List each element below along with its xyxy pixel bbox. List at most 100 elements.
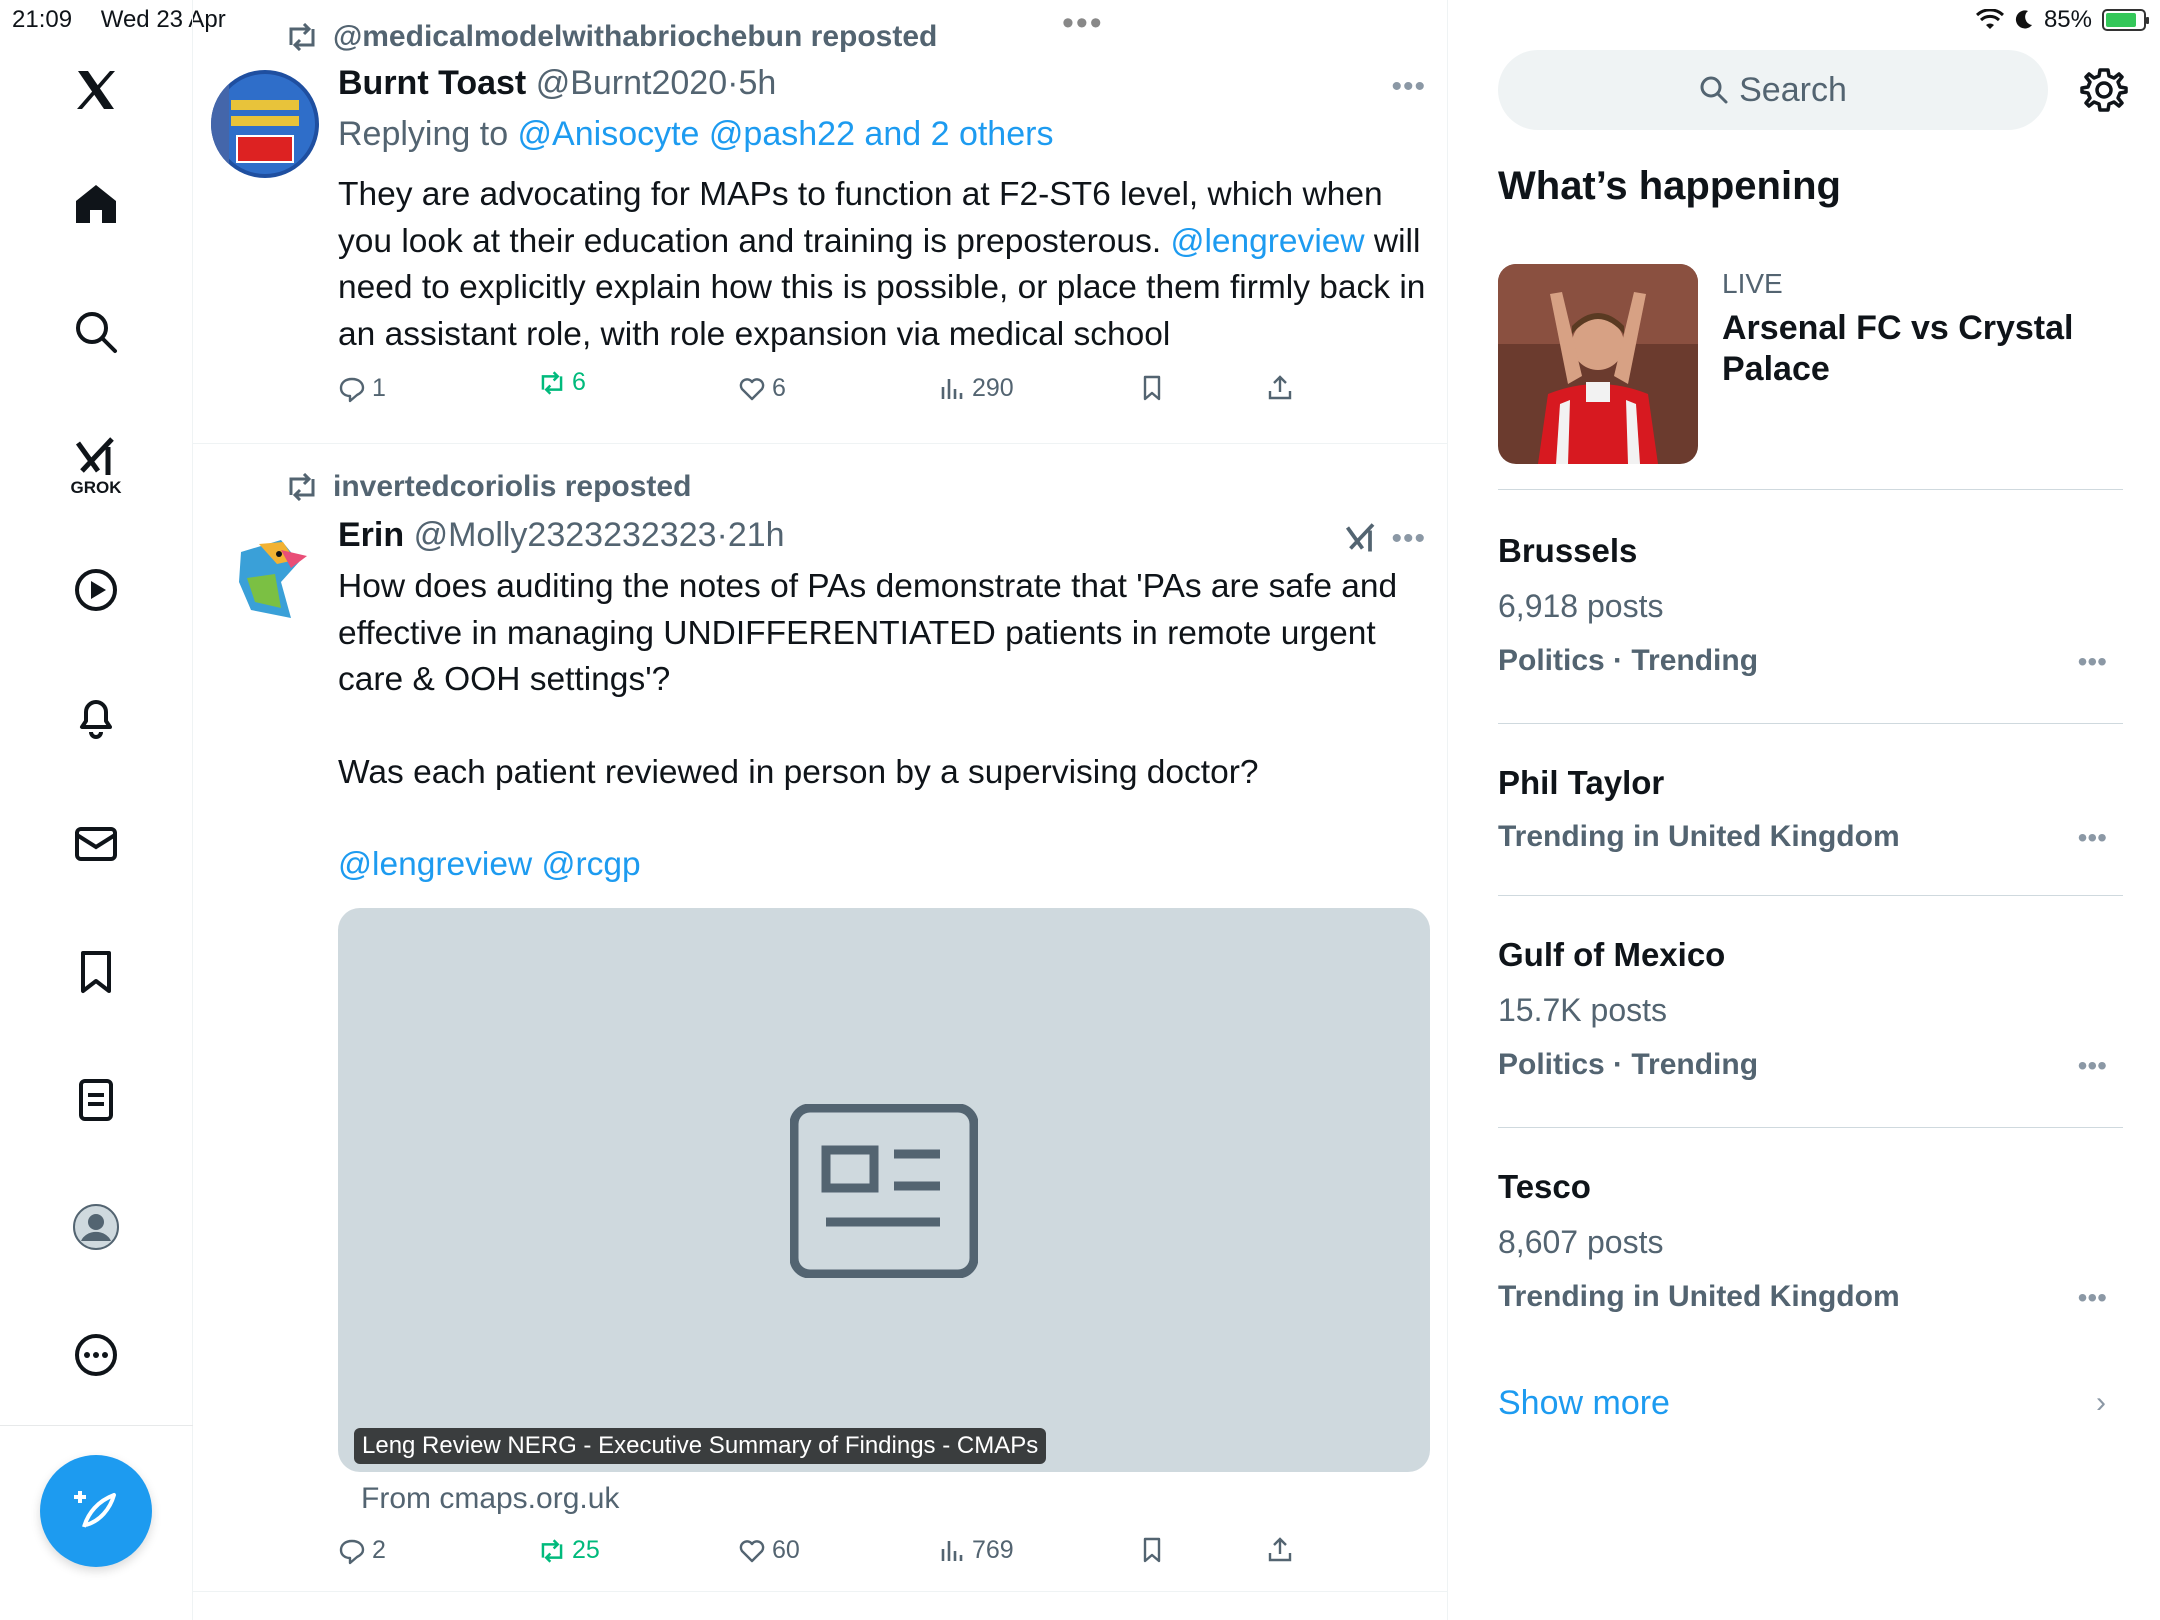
views-button[interactable]: 290: [938, 374, 1014, 403]
reply-prefix: Replying to: [338, 115, 518, 153]
trend-item[interactable]: Brussels 6,918 posts Politics · Trending…: [1498, 492, 2123, 724]
grok-label: GROK: [70, 478, 122, 497]
compose-icon: [74, 1491, 116, 1528]
separator-dot: ·: [716, 516, 728, 554]
post-text: They are advocating for MAPs to function…: [338, 172, 1428, 358]
trend-name: Gulf of Mexico: [1498, 936, 1726, 973]
x-logo-icon[interactable]: [64, 58, 128, 122]
like-button[interactable]: 60: [738, 1536, 800, 1565]
post-paragraph-2: Was each patient reviewed in person by a…: [338, 753, 1259, 791]
lists-icon[interactable]: [64, 1068, 128, 1132]
share-button[interactable]: [1266, 374, 1294, 402]
post-time[interactable]: 21h: [728, 516, 785, 554]
author-handle[interactable]: @Molly2323232323: [414, 516, 717, 554]
whats-happening-title: What’s happening: [1498, 164, 1841, 208]
post-more-icon[interactable]: •••: [1391, 522, 1426, 556]
bookmark-icon[interactable]: [64, 940, 128, 1004]
article-icon: [790, 1104, 978, 1278]
repost-button[interactable]: 25: [538, 1536, 600, 1565]
mention-links[interactable]: @lengreview @rcgp: [338, 842, 1428, 889]
views-icon: [941, 1540, 963, 1561]
compose-button[interactable]: [40, 1455, 152, 1567]
like-button[interactable]: 6: [738, 374, 786, 403]
trend-more-icon[interactable]: •••: [2078, 1282, 2107, 1314]
trend-posts: 15.7K posts: [1498, 992, 1667, 1028]
live-event-card[interactable]: LIVE Arsenal FC vs Crystal Palace: [1498, 264, 2123, 490]
post-burnt-toast[interactable]: @medicalmodelwithabriochebun reposted Bu…: [193, 0, 1448, 444]
author-name[interactable]: Erin: [338, 516, 404, 554]
repost-context: @medicalmodelwithabriochebun reposted: [285, 20, 937, 54]
mention-link[interactable]: @lengreview: [1170, 223, 1364, 260]
more-icon[interactable]: [64, 1323, 128, 1387]
repost-icon: [541, 370, 563, 395]
post-actions: 2 25 60 769: [338, 1536, 1338, 1576]
bookmark-button[interactable]: [1138, 374, 1166, 402]
post-text: How does auditing the notes of PAs demon…: [338, 564, 1428, 889]
reply-to-links[interactable]: @Anisocyte @pash22 and 2 others: [518, 115, 1054, 153]
repost-icon: [541, 1538, 563, 1563]
author-handle[interactable]: @Burnt2020: [536, 64, 727, 102]
search-icon[interactable]: [64, 300, 128, 364]
trend-posts: 8,607 posts: [1498, 1224, 1664, 1260]
trend-name: Brussels: [1498, 532, 1638, 569]
reply-icon: [339, 1539, 365, 1564]
post-header: Burnt Toast @Burnt2020·5h: [338, 64, 776, 103]
views-count: 769: [972, 1536, 1014, 1564]
mail-icon[interactable]: [64, 812, 128, 876]
left-nav: GROK: [0, 0, 193, 1620]
reply-button[interactable]: 2: [338, 1536, 386, 1565]
live-event-title[interactable]: Arsenal FC vs Crystal Palace: [1722, 308, 2082, 390]
like-count: 6: [772, 374, 786, 402]
views-count: 290: [972, 374, 1014, 402]
reply-count: 1: [372, 374, 386, 402]
trend-category: Politics · Trending: [1498, 644, 1759, 677]
trend-more-icon[interactable]: •••: [2078, 822, 2107, 854]
share-button[interactable]: [1266, 1536, 1294, 1564]
trend-name: Tesco: [1498, 1168, 1591, 1205]
trend-item[interactable]: Gulf of Mexico 15.7K posts Politics · Tr…: [1498, 896, 2123, 1128]
bookmark-icon: [1143, 1537, 1161, 1563]
nav-divider: [0, 1425, 193, 1426]
timeline-feed: @medicalmodelwithabriochebun reposted Bu…: [193, 0, 1448, 1620]
trend-posts: 6,918 posts: [1498, 588, 1664, 624]
views-button[interactable]: 769: [938, 1536, 1014, 1565]
trend-more-icon[interactable]: •••: [2078, 1050, 2107, 1082]
avatar[interactable]: [211, 522, 319, 630]
right-sidebar: Search What’s happening LIVE Arsenal FC …: [1448, 0, 2160, 1620]
show-more-link[interactable]: Show more: [1498, 1384, 1670, 1423]
avatar[interactable]: [211, 70, 319, 178]
post-actions: 1 6 6 290: [338, 368, 1338, 414]
views-icon: [941, 378, 963, 399]
like-count: 60: [772, 1536, 800, 1564]
reply-button[interactable]: 1: [338, 374, 386, 403]
post-paragraph-1: How does auditing the notes of PAs demon…: [338, 568, 1398, 698]
post-time[interactable]: 5h: [738, 64, 776, 102]
repost-count: 25: [572, 1536, 600, 1564]
post-more-icon[interactable]: •••: [1391, 70, 1426, 104]
video-icon[interactable]: [64, 558, 128, 622]
search-icon: [1700, 76, 1728, 104]
post-erin[interactable]: invertedcoriolis reposted Erin @Molly232…: [193, 444, 1448, 1592]
trend-name: Phil Taylor: [1498, 764, 1665, 801]
reply-count: 2: [372, 1536, 386, 1564]
trend-item[interactable]: Phil Taylor Trending in United Kingdom •…: [1498, 724, 2123, 896]
trend-more-icon[interactable]: •••: [2078, 646, 2107, 678]
trend-item[interactable]: Tesco 8,607 posts Trending in United Kin…: [1498, 1128, 2123, 1328]
author-name[interactable]: Burnt Toast: [338, 64, 526, 102]
repost-count: 6: [572, 368, 586, 396]
grok-explain-icon[interactable]: [1343, 520, 1379, 561]
link-card[interactable]: Leng Review NERG - Executive Summary of …: [338, 908, 1430, 1472]
separator-dot: ·: [727, 64, 739, 102]
gear-icon[interactable]: [2080, 66, 2128, 114]
search-placeholder: Search: [1739, 70, 1847, 109]
card-source[interactable]: From cmaps.org.uk: [361, 1482, 619, 1516]
home-icon[interactable]: [64, 172, 128, 236]
bell-icon[interactable]: [64, 685, 128, 749]
bookmark-button[interactable]: [1138, 1536, 1166, 1564]
trend-category: Trending in United Kingdom: [1498, 820, 1900, 853]
live-event-image: [1498, 264, 1698, 464]
profile-icon[interactable]: [64, 1195, 128, 1259]
repost-button[interactable]: 6: [538, 368, 586, 397]
live-tag: LIVE: [1722, 268, 1783, 299]
search-input[interactable]: Search: [1498, 50, 2048, 130]
